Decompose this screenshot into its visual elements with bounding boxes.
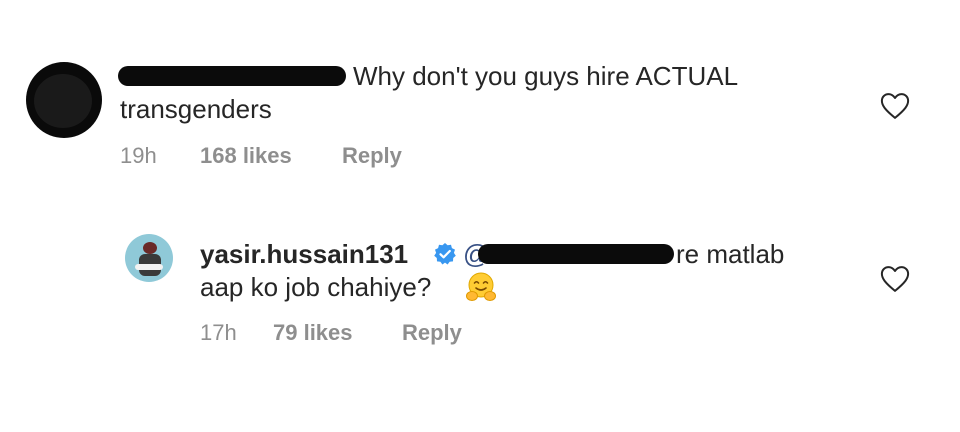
reply-reply-label: Reply [402,320,462,345]
heart-icon[interactable] [880,265,910,293]
comment-likes-label: 168 likes [200,143,292,168]
hug-emoji-icon [465,271,497,308]
reply-text-line2: aap ko job chahiye? [200,272,432,302]
comment-reply-button[interactable]: Reply [342,143,402,169]
comment-timestamp: 19h [120,143,157,168]
reply-avatar[interactable] [125,234,173,282]
comment-likes[interactable]: 168 likes [200,143,292,169]
redacted-mention-username [478,244,674,264]
comment-reply-label: Reply [342,143,402,168]
verified-badge-icon [433,242,457,266]
comment-avatar[interactable] [26,62,102,138]
reply-text-line1-suffix: re matlab [676,239,785,269]
reply-likes[interactable]: 79 likes [273,320,353,346]
reply-timestamp: 17h [200,320,237,345]
redacted-username [118,66,346,86]
reply-reply-button[interactable]: Reply [402,320,462,346]
comment-text-line2: transgenders [120,94,272,124]
reply-username[interactable]: yasir.hussain131 [200,238,408,270]
comment-text-line1: Why don't you guys hire ACTUAL [353,61,739,91]
reply-likes-label: 79 likes [273,320,353,345]
heart-icon[interactable] [880,92,910,120]
